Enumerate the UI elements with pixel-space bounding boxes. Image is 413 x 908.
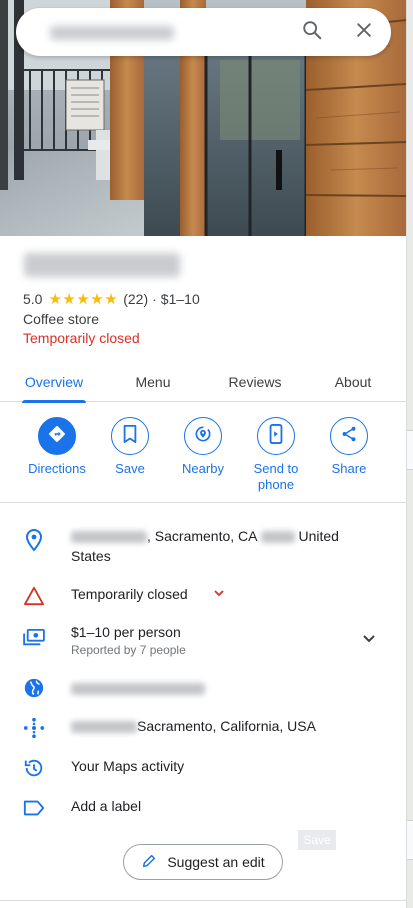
close-button[interactable] xyxy=(348,16,380,48)
website-row[interactable] xyxy=(0,676,406,700)
tab-menu[interactable]: Menu xyxy=(126,362,180,402)
hours-status-text: Temporarily closed xyxy=(71,586,188,602)
send-to-phone-button[interactable]: Send to phone xyxy=(236,417,316,493)
suggest-edit-label: Suggest an edit xyxy=(167,854,265,870)
directions-icon xyxy=(48,425,66,448)
place-tabs: Overview Menu Reviews About xyxy=(0,362,406,403)
nearby-label: Nearby xyxy=(182,461,224,476)
directions-button[interactable]: Directions xyxy=(17,417,97,477)
nearby-icon xyxy=(193,424,213,449)
plus-code-text: Sacramento, California, USA xyxy=(71,716,316,736)
hours-status-row[interactable]: Temporarily closed xyxy=(0,584,406,608)
price-row[interactable]: $1–10 per person Reported by 7 people xyxy=(0,622,406,662)
location-pin-icon xyxy=(22,528,46,552)
expand-chevron-icon[interactable] xyxy=(360,630,378,653)
divider xyxy=(0,900,406,901)
website-text-redacted xyxy=(71,678,205,698)
bookmark-icon xyxy=(122,424,138,448)
send-to-phone-label: Send to phone xyxy=(253,461,299,492)
send-to-phone-icon xyxy=(268,423,284,449)
chevron-down-icon[interactable] xyxy=(212,586,226,605)
map-background[interactable] xyxy=(407,0,413,908)
separator-dot: · xyxy=(152,291,157,307)
share-button[interactable]: Share xyxy=(309,417,389,477)
maps-activity-text: Your Maps activity xyxy=(71,758,185,774)
pencil-icon xyxy=(141,853,167,872)
share-icon xyxy=(340,425,358,448)
action-bar: Directions Save Nearby Send to phone Sha… xyxy=(0,403,406,503)
maps-activity-row[interactable]: Your Maps activity xyxy=(0,756,406,780)
star-rating-icon: ★★★★★ xyxy=(48,291,119,308)
plus-code-row[interactable]: Sacramento, California, USA xyxy=(0,716,406,740)
add-label-text: Add a label xyxy=(71,798,142,814)
share-label: Share xyxy=(331,461,367,476)
save-label: Save xyxy=(115,461,145,476)
address-zip-redacted xyxy=(260,531,295,544)
tab-overview[interactable]: Overview xyxy=(22,362,86,403)
price-level: $1–10 xyxy=(160,291,200,307)
search-input[interactable] xyxy=(36,18,276,46)
place-category[interactable]: Coffee store xyxy=(23,311,99,327)
save-button[interactable]: Save xyxy=(90,417,170,477)
search-button[interactable] xyxy=(296,16,328,48)
tab-about[interactable]: About xyxy=(326,362,380,402)
search-box[interactable] xyxy=(16,8,391,56)
address-text: , Sacramento, CA United States xyxy=(71,528,339,564)
tab-reviews[interactable]: Reviews xyxy=(222,362,288,402)
nearby-button[interactable]: Nearby xyxy=(163,417,243,477)
search-icon xyxy=(301,19,323,46)
place-panel: 5.0 ★★★★★ (22) · $1–10 Coffee store Temp… xyxy=(0,0,407,908)
address-street-redacted xyxy=(71,531,147,544)
price-text: $1–10 per person Reported by 7 people xyxy=(71,624,186,657)
save-tooltip-ghost: Save xyxy=(298,830,336,850)
globe-icon xyxy=(22,676,46,700)
directions-label: Directions xyxy=(28,461,86,476)
money-icon xyxy=(22,626,46,650)
rating-value: 5.0 xyxy=(23,291,43,307)
plus-code-redacted xyxy=(71,721,137,734)
suggest-edit-button[interactable]: Suggest an edit xyxy=(123,844,283,880)
add-label-row[interactable]: Add a label xyxy=(0,796,406,820)
address-row[interactable]: , Sacramento, CA United States xyxy=(0,526,406,570)
review-count[interactable]: (22) xyxy=(123,291,148,307)
history-icon xyxy=(22,756,46,780)
rating-summary: 5.0 ★★★★★ (22) · $1–10 xyxy=(23,290,200,308)
plus-code-icon xyxy=(22,716,46,740)
place-title-redacted xyxy=(24,253,180,277)
warning-icon xyxy=(22,584,46,608)
label-icon xyxy=(22,796,46,820)
price-source: Reported by 7 people xyxy=(71,643,186,657)
status-text: Temporarily closed xyxy=(23,330,140,346)
close-icon xyxy=(354,20,374,45)
